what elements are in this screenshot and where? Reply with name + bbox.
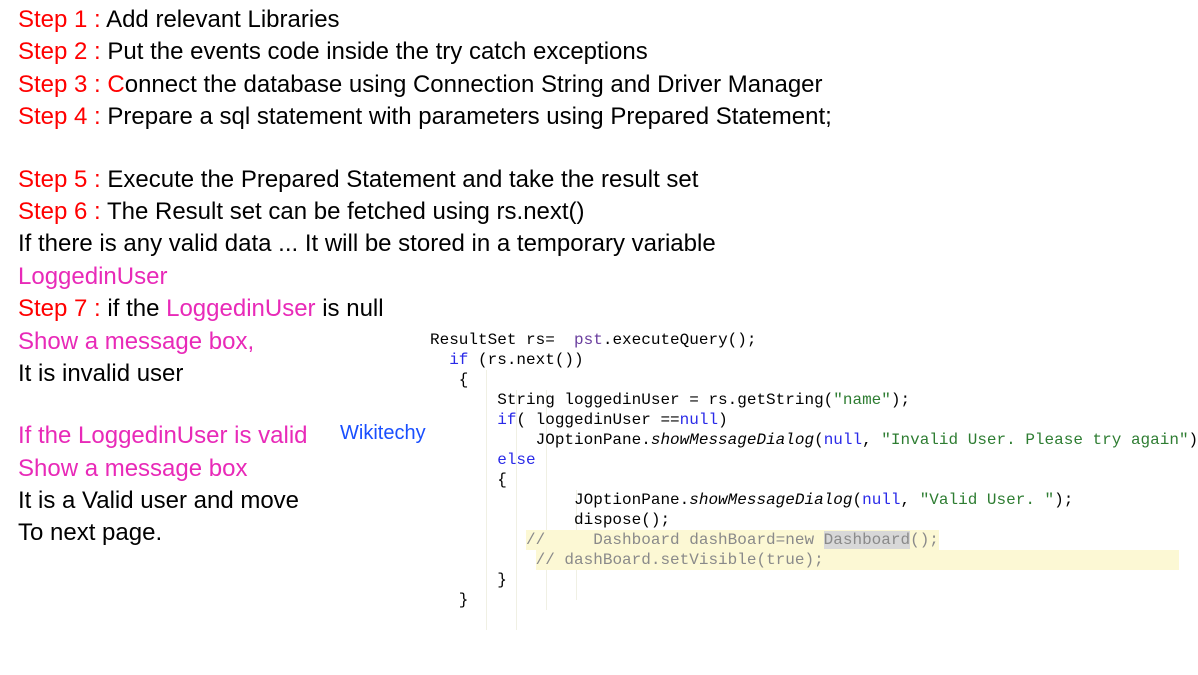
code-l12-a — [430, 551, 536, 569]
code-l8: { — [430, 471, 507, 489]
step-3-c: C — [101, 71, 125, 98]
step-7-label: Step 7 : — [18, 295, 101, 322]
step-4: Step 4 : Prepare a sql statement with pa… — [18, 101, 832, 133]
code-l9-a: JOptionPane. — [430, 491, 689, 509]
code-l6-null: null — [824, 431, 862, 449]
code-l9-method: showMessageDialog — [689, 491, 852, 509]
step-6-text: The Result set can be fetched using rs.n… — [101, 198, 585, 225]
code-l2-b: (rs.next()) — [468, 351, 583, 369]
step-1-label: Step 1 : — [18, 6, 101, 33]
code-l5-c: ) — [718, 411, 728, 429]
code-l11-highlight: Dashboard — [824, 531, 910, 549]
code-l7-else: else — [497, 451, 535, 469]
code-l4-str: "name" — [833, 391, 891, 409]
code-l4-b: ); — [891, 391, 910, 409]
code-l5-a — [430, 411, 497, 429]
code-l11-cmt-b: (); — [910, 531, 939, 549]
step-3-label: Step 3 : — [18, 71, 101, 98]
spacer — [18, 134, 832, 164]
step-7-post: is null — [316, 295, 384, 322]
code-l5-b: ( loggedinUser == — [516, 411, 679, 429]
step-7: Step 7 : if the LoggedinUser is null — [18, 293, 832, 325]
step-5-text: Execute the Prepared Statement and take … — [101, 166, 699, 193]
code-l11-cmt-a: // Dashboard dashBoard=new — [526, 531, 824, 549]
step-6: Step 6 : The Result set can be fetched u… — [18, 196, 832, 228]
code-l9-d: ); — [1054, 491, 1073, 509]
step-2: Step 2 : Put the events code inside the … — [18, 36, 832, 68]
code-l9-b: ( — [852, 491, 862, 509]
step-1-text: Add relevant Libraries — [101, 6, 340, 33]
code-l9-c: , — [901, 491, 920, 509]
code-snippet: ResultSet rs= pst.executeQuery(); if (rs… — [430, 330, 1198, 610]
code-l2-a — [430, 351, 449, 369]
step-5-label: Step 5 : — [18, 166, 101, 193]
step-7-pre: if the — [101, 295, 166, 322]
code-l6-a: JOptionPane. — [430, 431, 651, 449]
code-l1-c: .executeQuery(); — [603, 331, 757, 349]
code-l1-pst: pst — [574, 331, 603, 349]
code-l3: { — [430, 371, 468, 389]
code-l9-null: null — [862, 491, 900, 509]
step-4-text: Prepare a sql statement with parameters … — [101, 103, 832, 130]
step-3-text: onnect the database using Connection Str… — [125, 71, 823, 98]
code-l11-a — [430, 531, 526, 549]
code-l12-comment: // dashBoard.setVisible(true); — [536, 550, 1179, 570]
if-valid-data-line: If there is any valid data ... It will b… — [18, 228, 832, 260]
code-l9-str: "Valid User. " — [920, 491, 1054, 509]
code-l5-null: null — [680, 411, 718, 429]
code-l6-d: ); — [1189, 431, 1198, 449]
code-l11-comment: // Dashboard dashBoard=new Dashboard(); — [526, 530, 939, 550]
step-2-label: Step 2 : — [18, 38, 101, 65]
code-l7-a — [430, 451, 497, 469]
step-4-label: Step 4 : — [18, 103, 101, 130]
code-l13: } — [430, 571, 507, 589]
code-l2-if: if — [449, 351, 468, 369]
step-7-pink: LoggedinUser — [166, 295, 315, 322]
watermark-wikitechy: Wikitechy — [340, 422, 426, 445]
code-l6-b: ( — [814, 431, 824, 449]
code-l14: } — [430, 591, 468, 609]
loggedinuser-pink: LoggedinUser — [18, 261, 832, 293]
code-l10: dispose(); — [430, 511, 670, 529]
step-5: Step 5 : Execute the Prepared Statement … — [18, 164, 832, 196]
code-l6-str: "Invalid User. Please try again" — [881, 431, 1188, 449]
code-l5-if: if — [497, 411, 516, 429]
code-l6-c: , — [862, 431, 881, 449]
code-l4-a: String loggedinUser = rs.getString( — [430, 391, 833, 409]
step-3: Step 3 : Connect the database using Conn… — [18, 69, 832, 101]
code-l6-method: showMessageDialog — [651, 431, 814, 449]
step-6-label: Step 6 : — [18, 198, 101, 225]
step-2-text: Put the events code inside the try catch… — [101, 38, 648, 65]
step-1: Step 1 : Add relevant Libraries — [18, 4, 832, 36]
code-l1-a: ResultSet rs= — [430, 331, 574, 349]
